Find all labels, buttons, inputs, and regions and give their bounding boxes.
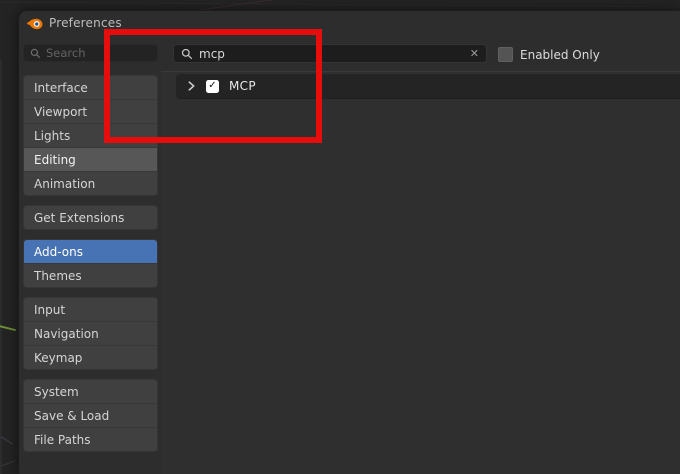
window-title: Preferences (49, 16, 122, 30)
sidebar-group: Get Extensions (23, 205, 158, 230)
sidebar-item-editing[interactable]: Editing (24, 147, 157, 171)
backdrop-grid-line (0, 60, 2, 474)
preferences-window: Preferences Search Interface Viewport Ligh… (18, 10, 680, 474)
sidebar-item-animation[interactable]: Animation (24, 171, 157, 195)
enabled-only-checkbox[interactable] (498, 47, 513, 62)
sidebar-search-input[interactable]: Search (23, 44, 158, 62)
expand-chevron-icon[interactable] (187, 81, 196, 91)
sidebar-item-get-extensions[interactable]: Get Extensions (24, 206, 157, 229)
sidebar-item-add-ons[interactable]: Add-ons (24, 240, 157, 263)
sidebar-item-keymap[interactable]: Keymap (24, 345, 157, 369)
screenshot-root: Preferences Search Interface Viewport Ligh… (0, 0, 680, 474)
sidebar-group: System Save & Load File Paths (23, 379, 158, 452)
enabled-only-label: Enabled Only (520, 47, 600, 62)
titlebar[interactable]: Preferences (19, 11, 680, 35)
backdrop-grid-line (200, 0, 320, 11)
backdrop-axis-green (0, 324, 16, 332)
addon-list: ✓ MCP (161, 72, 680, 474)
sidebar-nav: Interface Viewport Lights Editing Animation G… (23, 75, 158, 461)
sidebar-item-navigation[interactable]: Navigation (24, 321, 157, 345)
sidebar-group: Interface Viewport Lights Editing Animation (23, 75, 158, 196)
clear-search-icon[interactable]: ✕ (470, 48, 479, 59)
sidebar-item-lights[interactable]: Lights (24, 123, 157, 147)
backdrop-grid-line (0, 1, 680, 8)
sidebar-search-placeholder: Search (46, 46, 86, 60)
addon-search-value: mcp (199, 46, 225, 61)
sidebar-item-interface[interactable]: Interface (24, 76, 157, 99)
blender-logo-icon (26, 16, 43, 30)
sidebar-item-system[interactable]: System (24, 380, 157, 403)
sidebar-item-input[interactable]: Input (24, 298, 157, 321)
addon-name: MCP (229, 79, 256, 93)
search-icon (30, 48, 41, 59)
enabled-only-control[interactable]: Enabled Only (498, 47, 600, 62)
sidebar-group: Add-ons Themes (23, 239, 158, 288)
search-icon (181, 48, 193, 60)
backdrop-grid-line (0, 460, 16, 467)
sidebar-group: Input Navigation Keymap (23, 297, 158, 370)
addon-enable-checkbox[interactable]: ✓ (206, 79, 219, 93)
sidebar-item-save-load[interactable]: Save & Load (24, 403, 157, 427)
backdrop-grid-line (0, 436, 14, 445)
sidebar-item-themes[interactable]: Themes (24, 263, 157, 287)
sidebar-item-file-paths[interactable]: File Paths (24, 427, 157, 451)
addon-search-input[interactable]: mcp ✕ (173, 44, 487, 63)
addon-row-mcp[interactable]: ✓ MCP (176, 74, 680, 99)
sidebar-item-viewport[interactable]: Viewport (24, 99, 157, 123)
